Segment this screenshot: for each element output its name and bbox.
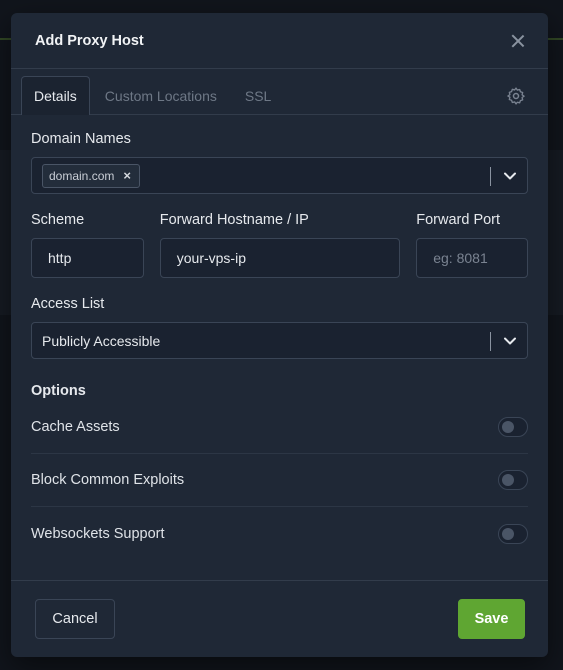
forward-port-label: Forward Port bbox=[416, 212, 501, 228]
gear-icon[interactable] bbox=[506, 86, 526, 106]
domain-names-label: Domain Names bbox=[31, 131, 131, 147]
remove-chip-icon[interactable]: × bbox=[123, 168, 131, 183]
chevron-down-icon[interactable] bbox=[503, 170, 517, 182]
domain-chip-label: domain.com bbox=[49, 168, 115, 183]
domain-names-select[interactable]: domain.com × bbox=[31, 157, 528, 194]
scheme-label: Scheme bbox=[31, 212, 85, 228]
domain-chip: domain.com × bbox=[42, 163, 140, 188]
select-divider bbox=[490, 332, 491, 351]
chevron-down-icon[interactable] bbox=[503, 335, 517, 347]
cache-assets-toggle[interactable] bbox=[498, 417, 528, 437]
forward-row: Scheme http Forward Hostname / IP your-v… bbox=[31, 212, 528, 278]
option-block-common-exploits: Block Common Exploits bbox=[31, 454, 528, 507]
option-cache-assets: Cache Assets bbox=[31, 401, 528, 454]
options-title: Options bbox=[31, 383, 86, 399]
tab-custom-locations[interactable]: Custom Locations bbox=[92, 76, 230, 114]
select-divider bbox=[490, 167, 491, 186]
access-list-value: Publicly Accessible bbox=[42, 332, 161, 349]
close-icon[interactable] bbox=[508, 31, 528, 51]
forward-host-label: Forward Hostname / IP bbox=[159, 212, 309, 228]
modal-footer: Cancel Save bbox=[11, 580, 548, 657]
scheme-group: Scheme http bbox=[31, 212, 144, 278]
tab-ssl[interactable]: SSL bbox=[232, 76, 284, 114]
scheme-input[interactable]: http bbox=[31, 238, 144, 278]
option-label: Cache Assets bbox=[31, 419, 120, 435]
forward-port-input[interactable]: eg: 8081 bbox=[416, 238, 528, 278]
tab-bar: Details Custom Locations SSL bbox=[11, 69, 548, 115]
modal-title: Add Proxy Host bbox=[35, 32, 144, 49]
options-list: Cache Assets Block Common Exploits Webso… bbox=[31, 401, 528, 560]
option-websockets-support: Websockets Support bbox=[31, 507, 528, 560]
access-list-label: Access List bbox=[31, 296, 105, 312]
cancel-button[interactable]: Cancel bbox=[35, 599, 115, 639]
add-proxy-host-modal: Add Proxy Host Details Custom Locations … bbox=[11, 13, 548, 657]
websockets-toggle[interactable] bbox=[498, 523, 528, 544]
forward-host-group: Forward Hostname / IP your-vps-ip bbox=[159, 212, 401, 278]
access-list-select[interactable]: Publicly Accessible bbox=[31, 322, 528, 359]
tab-details[interactable]: Details bbox=[21, 76, 90, 115]
modal-header: Add Proxy Host bbox=[11, 13, 548, 69]
forward-port-group: Forward Port eg: 8081 bbox=[416, 212, 528, 278]
block-exploits-toggle[interactable] bbox=[498, 470, 528, 490]
save-button[interactable]: Save bbox=[458, 599, 525, 639]
modal-body: Domain Names domain.com × Scheme http Fo… bbox=[11, 115, 548, 560]
option-label: Block Common Exploits bbox=[31, 472, 185, 488]
forward-host-input[interactable]: your-vps-ip bbox=[159, 238, 401, 278]
option-label: Websockets Support bbox=[31, 525, 165, 542]
